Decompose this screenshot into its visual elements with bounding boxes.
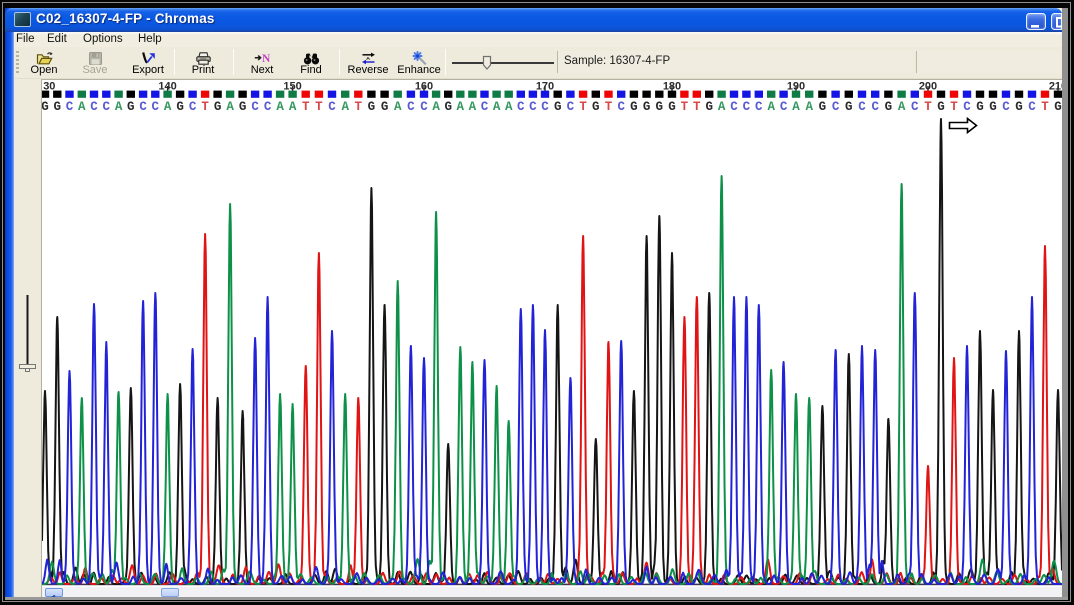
svg-text:T: T — [201, 100, 209, 114]
svg-text:C: C — [1002, 100, 1010, 114]
svg-text:A: A — [393, 100, 401, 114]
svg-text:G: G — [367, 100, 375, 114]
svg-text:A: A — [805, 100, 813, 114]
svg-text:C: C — [480, 100, 488, 114]
svg-text:C: C — [263, 100, 271, 114]
svg-text:C: C — [742, 100, 750, 114]
svg-text:A: A — [341, 100, 349, 114]
svg-text:C: C — [151, 100, 159, 114]
svg-text:C: C — [566, 100, 574, 114]
svg-text:T: T — [680, 100, 688, 114]
svg-text:G: G — [884, 100, 892, 114]
svg-text:T: T — [950, 100, 958, 114]
svg-text:C: C — [90, 100, 98, 114]
svg-text:G: G — [1015, 100, 1023, 114]
svg-text:G: G — [845, 100, 853, 114]
svg-text:C: C — [529, 100, 537, 114]
svg-text:G: G — [380, 100, 388, 114]
svg-text:G: G — [444, 100, 452, 114]
svg-text:C: C — [779, 100, 787, 114]
svg-text:C: C — [617, 100, 625, 114]
svg-text:A: A — [897, 100, 905, 114]
svg-text:T: T — [315, 100, 323, 114]
svg-text:C: C — [1028, 100, 1036, 114]
svg-text:A: A — [492, 100, 500, 114]
svg-text:A: A — [276, 100, 284, 114]
svg-text:G: G — [642, 100, 650, 114]
svg-text:G: G — [818, 100, 826, 114]
svg-text:G: G — [53, 100, 61, 114]
svg-text:C: C — [911, 100, 919, 114]
svg-text:T: T — [604, 100, 612, 114]
svg-text:T: T — [693, 100, 701, 114]
svg-text:A: A — [767, 100, 775, 114]
svg-text:G: G — [937, 100, 945, 114]
svg-text:G: G — [1054, 100, 1062, 114]
svg-text:C: C — [65, 100, 73, 114]
svg-text:A: A — [432, 100, 440, 114]
svg-text:G: G — [630, 100, 638, 114]
svg-text:G: G — [976, 100, 984, 114]
svg-text:G: G — [592, 100, 600, 114]
svg-text:T: T — [1041, 100, 1049, 114]
svg-text:C: C — [541, 100, 549, 114]
svg-text:C: C — [730, 100, 738, 114]
svg-text:A: A — [114, 100, 122, 114]
svg-text:G: G — [668, 100, 676, 114]
svg-text:A: A — [468, 100, 476, 114]
svg-text:C: C — [858, 100, 866, 114]
svg-text:C: C — [963, 100, 971, 114]
svg-text:T: T — [301, 100, 309, 114]
svg-text:A: A — [717, 100, 725, 114]
svg-text:C: C — [251, 100, 259, 114]
svg-text:A: A — [792, 100, 800, 114]
svg-text:C: C — [139, 100, 147, 114]
svg-text:G: G — [213, 100, 221, 114]
svg-text:G: G — [238, 100, 246, 114]
svg-text:G: G — [42, 100, 49, 114]
svg-text:G: G — [705, 100, 713, 114]
svg-text:G: G — [553, 100, 561, 114]
svg-text:T: T — [924, 100, 932, 114]
svg-text:T: T — [579, 100, 587, 114]
svg-text:G: G — [989, 100, 997, 114]
svg-text:C: C — [407, 100, 415, 114]
svg-text:C: C — [328, 100, 336, 114]
svg-text:C: C — [831, 100, 839, 114]
svg-text:T: T — [354, 100, 362, 114]
svg-text:A: A — [226, 100, 234, 114]
svg-text:N: N — [262, 53, 271, 65]
svg-text:C: C — [517, 100, 525, 114]
svg-text:A: A — [504, 100, 512, 114]
svg-text:A: A — [78, 100, 86, 114]
svg-text:C: C — [188, 100, 196, 114]
svg-text:G: G — [176, 100, 184, 114]
svg-text:C: C — [420, 100, 428, 114]
svg-text:A: A — [163, 100, 171, 114]
svg-text:C: C — [871, 100, 879, 114]
svg-text:G: G — [127, 100, 135, 114]
svg-text:G: G — [655, 100, 663, 114]
svg-text:C: C — [755, 100, 763, 114]
svg-text:A: A — [288, 100, 296, 114]
svg-text:C: C — [102, 100, 110, 114]
svg-text:A: A — [456, 100, 464, 114]
